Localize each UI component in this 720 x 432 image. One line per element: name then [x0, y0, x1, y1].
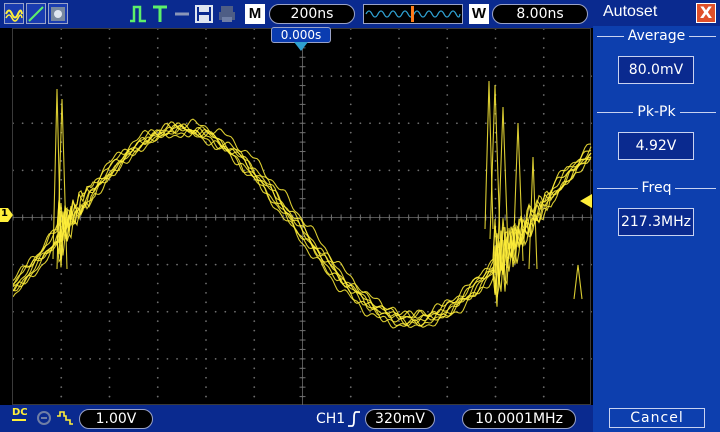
graticule — [13, 29, 592, 406]
channel-1-marker[interactable]: 1 — [0, 207, 13, 222]
trigger-time-marker: 0.000s — [271, 27, 331, 43]
measurement-value: 80.0mV — [618, 56, 694, 84]
timebase-main-label: M — [245, 4, 265, 24]
rising-edge-icon — [347, 410, 361, 432]
trigger-level-marker[interactable] — [578, 193, 592, 208]
measurement-pk-pk[interactable]: Pk-Pk 4.92V — [593, 102, 720, 178]
measurement-average[interactable]: Average 80.0mV — [593, 26, 720, 102]
autoset-panel: Autoset X Average 80.0mV Pk-Pk 4.92V Fre… — [593, 0, 720, 432]
trigger-t-icon[interactable] — [150, 3, 170, 24]
close-button[interactable]: X — [696, 3, 716, 23]
waveform-trace — [573, 264, 583, 300]
panel-header: Autoset X — [593, 0, 720, 26]
dc-coupling-icon — [12, 407, 26, 421]
frequency-counter-readout: 10.0001MHz — [462, 409, 576, 429]
bandwidth-limit-icon — [36, 410, 52, 430]
timebase-readout[interactable]: 200ns — [269, 4, 355, 24]
dash-icon — [172, 3, 192, 24]
trigger-position-arrow-icon — [294, 42, 308, 51]
invert-icon — [56, 410, 74, 430]
bottom-status-bar: DC 1.00V CH1 320mV 10.0001MHz — [0, 405, 593, 432]
channel-1-scale-readout[interactable]: 1.00V — [79, 409, 153, 429]
trigger-level-readout[interactable]: 320mV — [365, 409, 435, 429]
window-label: W — [469, 4, 489, 24]
waveform-trace — [484, 80, 494, 230]
waveform-display-icon[interactable] — [4, 3, 24, 24]
measurement-value: 217.3MHz — [618, 208, 694, 236]
top-toolbar: M 200ns W 8.00ns — [0, 0, 593, 28]
measurement-label: Pk-Pk — [633, 104, 680, 120]
cancel-button[interactable]: Cancel — [609, 408, 705, 428]
measurement-label: Freq — [637, 180, 676, 196]
memory-position-bar[interactable] — [363, 4, 463, 24]
waveform-screen[interactable]: 0.000s — [12, 27, 592, 406]
measurement-label: Average — [623, 28, 690, 44]
window-readout[interactable]: 8.00ns — [492, 4, 588, 24]
dots-display-icon[interactable] — [26, 3, 46, 24]
measurement-value: 4.92V — [618, 132, 694, 160]
trigger-run-icon[interactable] — [128, 3, 148, 24]
persist-display-icon[interactable] — [48, 3, 68, 24]
measurement-freq[interactable]: Freq 217.3MHz — [593, 178, 720, 254]
panel-title: Autoset — [603, 3, 658, 20]
printer-icon[interactable] — [216, 3, 238, 24]
floppy-disk-icon[interactable] — [194, 3, 214, 24]
trigger-source-label: CH1 — [316, 411, 346, 427]
